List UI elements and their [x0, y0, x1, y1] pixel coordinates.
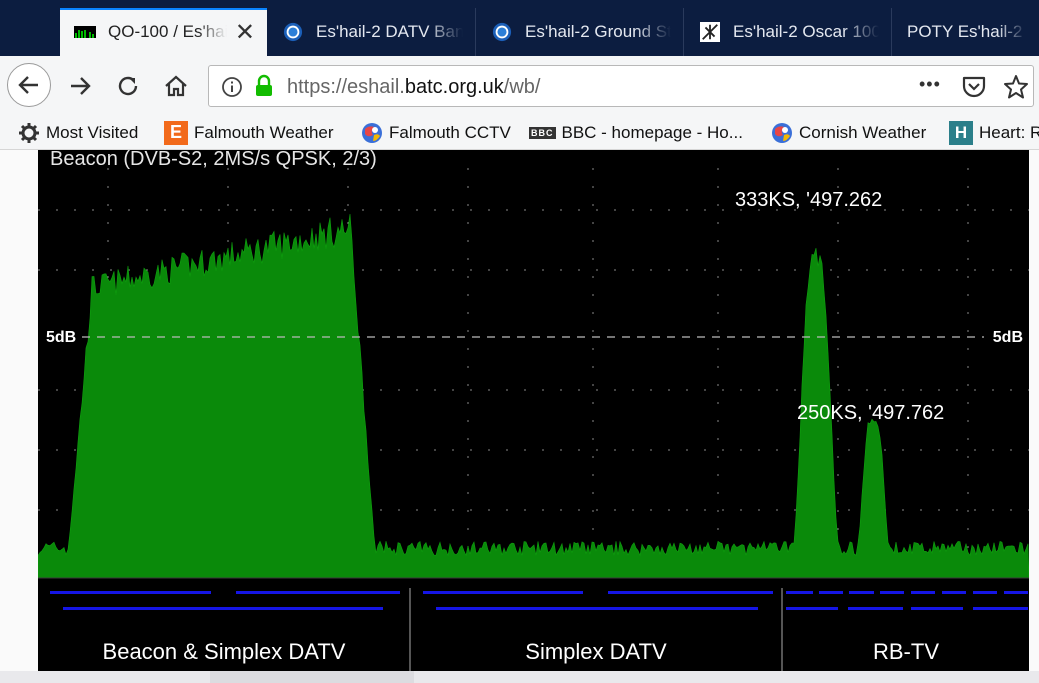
close-tab-icon[interactable]: ✕: [235, 18, 255, 47]
pocket-icon[interactable]: [961, 75, 987, 99]
band-label-rbtv[interactable]: RB-TV: [873, 639, 939, 664]
channel-marker[interactable]: [436, 607, 758, 610]
url-subdomain: eshail.: [347, 76, 405, 98]
bookmark-star-icon[interactable]: [1003, 74, 1029, 100]
channel-marker[interactable]: [911, 607, 963, 610]
tab-title: Es'hail-2 Oscar 100: [733, 22, 879, 41]
bookmark-heart[interactable]: H Heart: R: [949, 116, 1039, 149]
channel-marker[interactable]: [1004, 591, 1028, 594]
signal-annotation-250ks: 250KS, '497.762: [797, 402, 944, 424]
tab-title: Es'hail-2 DATV Band Plan: [316, 22, 463, 41]
bbc-favicon: BBC: [529, 126, 556, 139]
info-icon[interactable]: [221, 76, 243, 98]
bookmark-label: Heart: R: [979, 122, 1039, 142]
tab-title: POTY Es'hail-2 / QO-100: [907, 22, 1027, 41]
navigation-bar: https://eshail.batc.org.uk/wb/ •••: [0, 56, 1039, 116]
spectrum-favicon: [74, 26, 96, 38]
signal-annotation-333ks: 333KS, '497.262: [735, 189, 882, 211]
bookmark-falmouth-weather[interactable]: E Falmouth Weather: [164, 116, 334, 149]
bookmark-label: BBC - homepage - Ho...: [561, 122, 743, 142]
channel-marker[interactable]: [63, 607, 383, 610]
home-button[interactable]: [154, 56, 198, 116]
band-label-beacon-simplex[interactable]: Beacon & Simplex DATV: [103, 639, 346, 664]
gear-icon: [19, 122, 39, 143]
tab-ground-station[interactable]: Es'hail-2 Ground Station: [477, 8, 684, 56]
arrow-left-icon: [18, 76, 38, 94]
batc-favicon: [283, 22, 303, 42]
ref-label-right: 5dB: [993, 329, 1023, 346]
bookmark-bbc[interactable]: BBC BBC - homepage - Ho...: [529, 116, 743, 149]
tab-poty[interactable]: POTY Es'hail-2 / QO-100: [893, 8, 1039, 56]
forward-button[interactable]: [58, 56, 102, 116]
tab-title: Es'hail-2 Ground Station: [525, 22, 671, 41]
url-path: /wb/: [503, 76, 541, 98]
reload-icon: [118, 76, 138, 96]
channel-marker[interactable]: [50, 591, 211, 594]
h-favicon: H: [949, 120, 973, 145]
channel-marker[interactable]: [880, 591, 904, 594]
ref-label-left: 5dB: [46, 329, 76, 346]
channel-marker[interactable]: [848, 607, 903, 610]
back-button[interactable]: [7, 63, 51, 107]
channel-marker[interactable]: [423, 591, 583, 594]
channel-marker[interactable]: [236, 591, 400, 594]
page-actions-menu[interactable]: •••: [919, 74, 941, 95]
tab-qo100-spectrum[interactable]: QO-100 / Es'hail-2 Wideband Spectrum ✕: [60, 8, 267, 56]
wideband-spectrum-display: Beacon (DVB-S2, 2MS/s QPSK, 2/3) 5dB 5dB…: [38, 150, 1029, 671]
channel-marker[interactable]: [786, 591, 813, 594]
antenna-favicon: [700, 22, 720, 42]
tab-datv-band-plan[interactable]: Es'hail-2 DATV Band Plan: [268, 8, 476, 56]
url-text[interactable]: https://eshail.batc.org.uk/wb/: [287, 76, 540, 99]
bookmark-label: Most Visited: [46, 122, 139, 142]
bookmark-falmouth-cctv[interactable]: Falmouth CCTV: [361, 116, 511, 149]
globe-favicon: [362, 122, 382, 143]
arrow-right-icon: [71, 77, 91, 95]
tab-oscar-100[interactable]: Es'hail-2 Oscar 100: [685, 8, 892, 56]
band-label-simplex[interactable]: Simplex DATV: [525, 639, 667, 664]
reload-button[interactable]: [106, 56, 150, 116]
page-footer-strip: [0, 671, 1039, 683]
channel-marker[interactable]: [819, 591, 843, 594]
channel-marker[interactable]: [973, 607, 1028, 610]
channel-marker[interactable]: [608, 591, 773, 594]
url-scheme: https://: [287, 76, 348, 98]
channel-marker[interactable]: [786, 607, 838, 610]
lock-icon[interactable]: [253, 74, 275, 98]
bookmark-label: Falmouth CCTV: [389, 122, 511, 142]
url-domain: batc.org.uk: [404, 76, 504, 98]
channel-marker[interactable]: [973, 591, 997, 594]
bookmark-most-visited[interactable]: Most Visited: [18, 116, 138, 149]
batc-favicon: [492, 22, 512, 42]
globe-favicon: [772, 122, 792, 143]
bookmark-cornish-weather[interactable]: Cornish Weather: [771, 116, 926, 149]
bookmark-label: Cornish Weather: [799, 122, 927, 142]
bookmark-label: Falmouth Weather: [194, 122, 334, 142]
home-icon: [165, 75, 187, 97]
chart-title: Beacon (DVB-S2, 2MS/s QPSK, 2/3): [50, 150, 377, 170]
tab-title: QO-100 / Es'hail-2 Wideband Spectrum: [108, 22, 227, 41]
bookmarks-toolbar: Most Visited E Falmouth Weather Falmouth…: [0, 116, 1039, 150]
address-bar[interactable]: https://eshail.batc.org.uk/wb/ •••: [208, 65, 1034, 107]
e-favicon: E: [164, 120, 188, 145]
channel-marker[interactable]: [942, 591, 966, 594]
channel-marker[interactable]: [849, 591, 874, 594]
channel-marker[interactable]: [911, 591, 935, 594]
tab-strip: QO-100 / Es'hail-2 Wideband Spectrum ✕ E…: [0, 0, 1039, 56]
